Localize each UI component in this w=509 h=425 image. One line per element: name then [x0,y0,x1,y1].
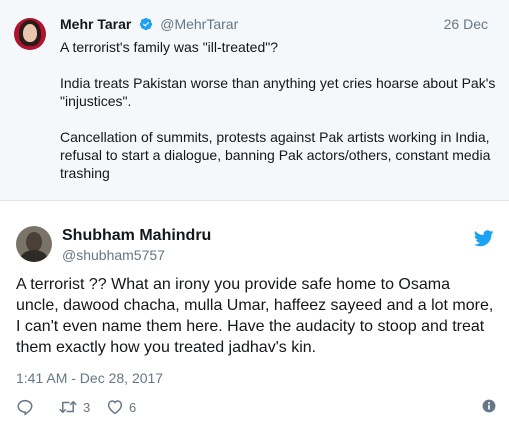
reply-button[interactable] [16,398,34,416]
quoted-tweet-date[interactable]: 26 Dec [444,16,488,32]
twitter-bird-icon[interactable] [474,230,494,247]
tweet-text: A terrorist ?? What an irony you provide… [16,276,494,356]
retweet-icon [59,401,77,413]
retweet-count: 3 [83,399,91,415]
info-icon[interactable] [482,399,496,413]
verified-badge-icon [139,17,152,31]
quoted-author-name[interactable]: Mehr Tarar [60,16,131,32]
tweet-actions: 3 6 [16,398,496,416]
quoted-tweet[interactable]: Mehr Tarar @MehrTarar 26 Dec A terrorist… [0,0,509,201]
quoted-paragraph: India treats Pakistan worse than anythin… [60,75,496,109]
heart-icon [107,400,123,415]
avatar[interactable] [14,18,46,50]
quoted-author-handle[interactable]: @MehrTarar [160,16,238,32]
like-button[interactable]: 6 [106,398,136,416]
tweet-timestamp[interactable]: 1:41 AM - Dec 28, 2017 [16,370,163,386]
quoted-tweet-header: Mehr Tarar @MehrTarar 26 Dec [60,16,500,36]
quoted-tweet-text: A terrorist's family was "ill-treated"? … [60,38,500,200]
like-count: 6 [129,399,137,415]
quoted-paragraph: Cancellation of summits, protests agains… [60,129,491,181]
retweet-button[interactable]: 3 [58,398,90,416]
author-handle[interactable]: @shubham5757 [62,247,165,263]
quoted-paragraph: A terrorist's family was "ill-treated"? [60,39,279,55]
reply-icon [17,399,33,416]
author-name[interactable]: Shubham Mahindru [62,227,211,245]
avatar[interactable] [16,226,52,262]
